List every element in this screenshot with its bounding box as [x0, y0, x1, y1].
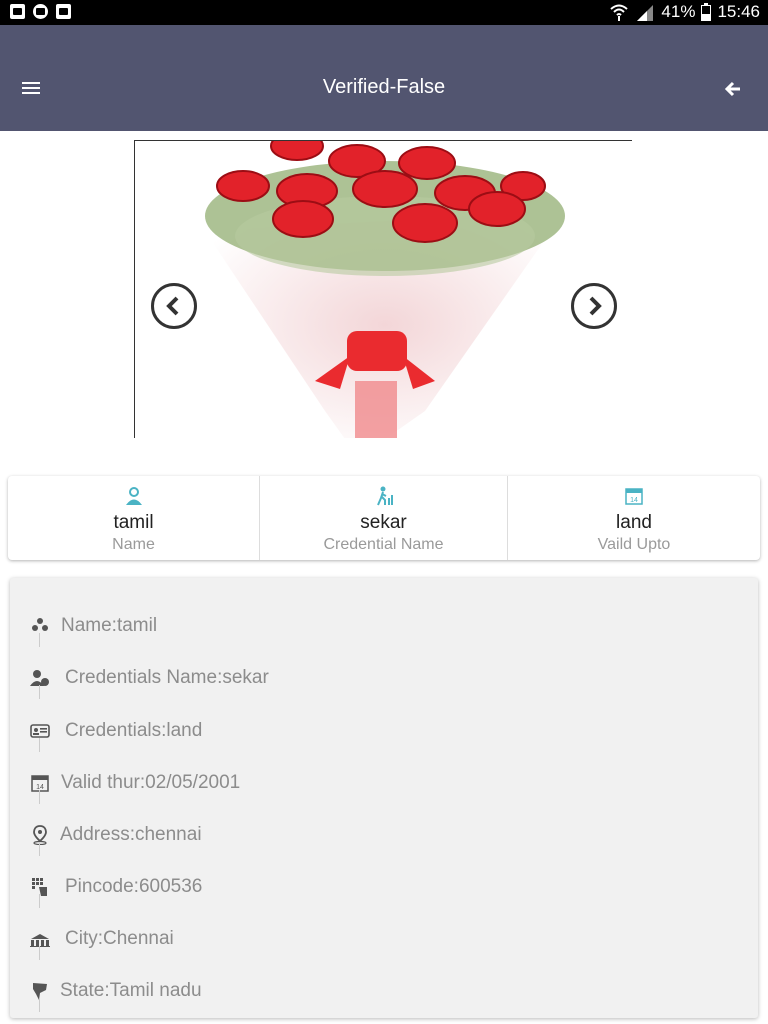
summary-name-label: Name [112, 536, 155, 553]
notification-icons [10, 4, 71, 19]
summary-card: tamil Name sekar Credential Name 14 land… [8, 476, 760, 560]
chevron-right-icon [589, 296, 602, 316]
summary-credential-label: Credential Name [323, 536, 444, 553]
user-badge-icon [30, 665, 50, 699]
gallery-icon [10, 4, 25, 19]
arrow-left-icon [724, 81, 740, 97]
summary-credential: sekar Credential Name [259, 476, 507, 560]
location-pin-icon [30, 822, 50, 856]
details-card: Name:tamil Credentials Name:sekar Creden… [10, 578, 758, 1018]
svg-text:14: 14 [36, 784, 44, 791]
id-card-icon [30, 718, 50, 752]
user-icon [125, 487, 142, 505]
carousel-prev-button[interactable] [151, 283, 197, 329]
detail-credentials-text: Credentials:land [65, 720, 203, 741]
map-icon [30, 978, 50, 1012]
detail-row-credentials: Credentials:land [30, 711, 203, 752]
battery-icon [701, 3, 712, 21]
calendar-icon: 14 [30, 770, 50, 804]
clipboard-check-icon [56, 4, 71, 19]
detail-row-name: Name:tamil [30, 606, 158, 647]
image-carousel[interactable] [134, 140, 632, 438]
summary-valid-value: land [616, 512, 652, 533]
app-bar: Verified-False [0, 25, 768, 131]
detail-row-pincode: Pincode:600536 [30, 867, 203, 908]
svg-text:14: 14 [630, 497, 638, 504]
detail-city-text: City:Chennai [65, 928, 174, 949]
detail-name-text: Name:tamil [61, 615, 158, 636]
detail-pincode-text: Pincode:600536 [65, 876, 203, 897]
carousel-next-button[interactable] [571, 283, 617, 329]
summary-name-value: tamil [113, 512, 154, 533]
keypad-icon [30, 874, 50, 908]
calendar-icon: 14 [625, 488, 643, 505]
detail-row-address: Address:chennai [30, 815, 202, 856]
detail-state-text: State:Tamil nadu [60, 980, 202, 1001]
walking-person-icon [376, 486, 393, 506]
detail-valid-text: Valid thur:02/05/2001 [61, 772, 241, 793]
summary-valid: 14 land Vaild Upto [507, 476, 760, 560]
signal-icon [637, 5, 654, 21]
detail-row-state: State:Tamil nadu [30, 971, 202, 1012]
bouquet-image [205, 141, 565, 438]
summary-valid-label: Vaild Upto [597, 536, 671, 553]
detail-row-credentials-name: Credentials Name:sekar [30, 658, 269, 699]
back-button[interactable] [724, 79, 748, 99]
battery-percent: 41% [661, 2, 696, 21]
detail-row-city: City:Chennai [30, 919, 174, 960]
system-indicators: 41% 15:46 [609, 2, 760, 22]
wifi-icon [610, 4, 629, 21]
chevron-left-icon [166, 296, 179, 316]
city-icon [30, 926, 50, 960]
status-bar: 41% 15:46 [0, 0, 768, 25]
detail-credentials-name-text: Credentials Name:sekar [65, 667, 269, 688]
summary-credential-value: sekar [360, 512, 407, 533]
clock: 15:46 [717, 2, 760, 21]
people-icon [30, 613, 50, 647]
camera-icon [33, 4, 48, 19]
detail-address-text: Address:chennai [60, 824, 202, 845]
summary-name: tamil Name [8, 476, 259, 560]
detail-row-valid: 14 Valid thur:02/05/2001 [30, 763, 241, 804]
page-title: Verified-False [322, 76, 446, 98]
